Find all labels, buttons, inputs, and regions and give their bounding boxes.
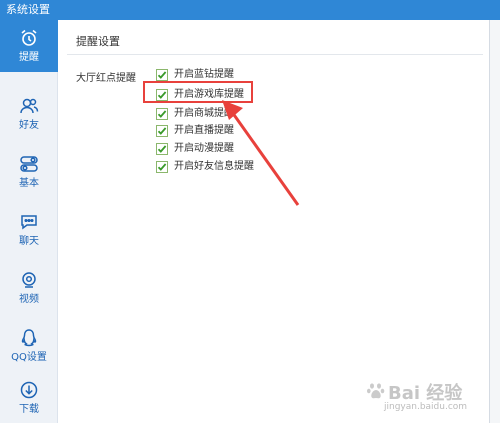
option-mall[interactable]: 开启商城提醒 <box>156 107 306 121</box>
sidebar-item-label: 基本 <box>19 178 39 189</box>
sidebar-item-download[interactable]: 下载 <box>0 372 58 423</box>
sidebar-item-qq[interactable]: QQ设置 <box>0 320 58 372</box>
sidebar-item-label: 提醒 <box>19 52 39 63</box>
option-anime[interactable]: 开启动漫提醒 <box>156 142 306 156</box>
option-label: 开启直播提醒 <box>174 125 234 136</box>
chat-bubble-icon <box>21 215 37 230</box>
annotation-highlight-box <box>143 81 253 103</box>
checkmark-icon <box>157 110 167 118</box>
sidebar-item-remind[interactable]: 提醒 <box>0 20 58 72</box>
section-title: 提醒设置 <box>76 35 120 48</box>
settings-content: 提醒设置 大厅红点提醒 开启蓝钻提醒 开启游戏库提醒 开启商城提醒 开启直播提醒… <box>59 20 490 423</box>
sidebar-item-label: QQ设置 <box>11 352 47 363</box>
option-friend-info[interactable]: 开启好友信息提醒 <box>156 160 306 174</box>
sidebar-item-label: 下载 <box>19 404 39 415</box>
sidebar-item-friends[interactable]: 好友 <box>0 88 58 140</box>
sidebar-item-video[interactable]: 视频 <box>0 262 58 314</box>
toggle-switches-icon <box>20 156 38 172</box>
watermark: Bai 经验 jingyan.baidu.com <box>366 377 496 419</box>
friends-icon <box>20 98 39 114</box>
checkmark-icon <box>157 145 167 153</box>
checkmark-icon <box>157 71 167 79</box>
sidebar-item-label: 好友 <box>19 120 39 131</box>
option-blue-diamond[interactable]: 开启蓝钻提醒 <box>156 68 306 82</box>
option-live[interactable]: 开启直播提醒 <box>156 124 306 138</box>
watermark-url: jingyan.baidu.com <box>384 402 468 412</box>
checkbox[interactable] <box>156 125 168 137</box>
background-strip <box>490 20 500 423</box>
sidebar-item-basic[interactable]: 基本 <box>0 146 58 198</box>
download-icon <box>20 381 38 399</box>
option-label: 开启蓝钻提醒 <box>174 69 234 80</box>
option-label: 开启商城提醒 <box>174 108 234 119</box>
checkbox[interactable] <box>156 143 168 155</box>
baidu-paw-icon <box>367 383 385 399</box>
window-title: 系统设置 <box>6 3 50 16</box>
qq-penguin-icon <box>21 329 37 347</box>
checkbox[interactable] <box>156 69 168 81</box>
sidebar-item-label: 聊天 <box>19 236 39 247</box>
checkbox[interactable] <box>156 108 168 120</box>
webcam-icon <box>22 272 36 288</box>
checkmark-icon <box>157 127 167 135</box>
checkmark-icon <box>157 163 167 171</box>
sidebar-item-chat[interactable]: 聊天 <box>0 204 58 256</box>
sidebar: 提醒 好友 基本 聊天 视频 QQ设置 下载 <box>0 20 58 423</box>
sidebar-item-label: 视频 <box>19 294 39 305</box>
option-label: 开启好友信息提醒 <box>174 161 254 172</box>
option-label: 开启动漫提醒 <box>174 143 234 154</box>
group-label: 大厅红点提醒 <box>76 73 136 84</box>
alarm-clock-icon <box>21 29 37 46</box>
title-bar: 系统设置 <box>0 0 500 20</box>
checkbox[interactable] <box>156 161 168 173</box>
divider <box>67 54 483 55</box>
